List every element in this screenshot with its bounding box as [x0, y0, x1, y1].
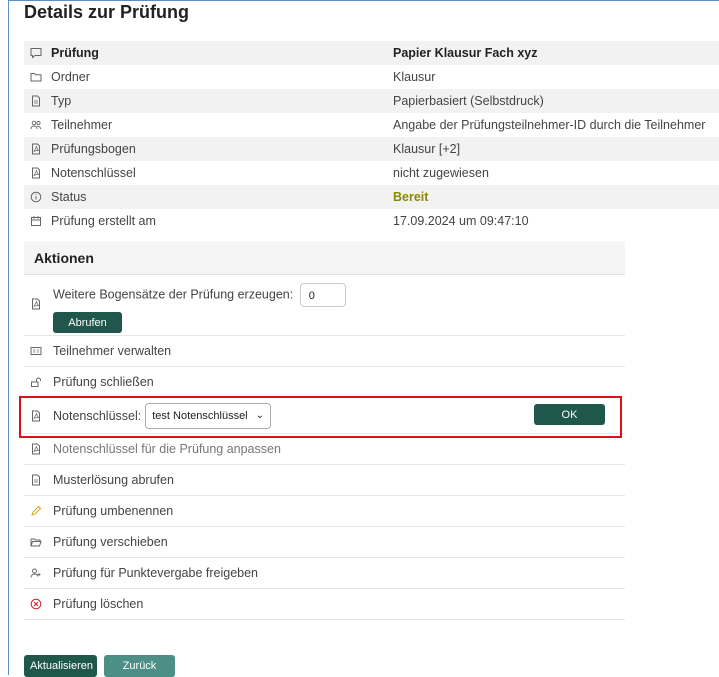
detail-value: Papierbasiert (Selbstdruck): [393, 94, 544, 108]
detail-value: Klausur [+2]: [393, 142, 461, 156]
detail-label: Prüfung erstellt am: [51, 214, 156, 228]
folder-open-icon: [29, 535, 43, 549]
detail-row-exam-sheet: Prüfungsbogen Klausur [+2]: [24, 137, 719, 161]
user-add-icon: [29, 566, 43, 580]
chevron-down-icon: ⌄: [255, 410, 265, 421]
action-label[interactable]: Prüfung für Punktevergabe freigeben: [53, 566, 258, 580]
detail-label: Ordner: [51, 70, 90, 84]
action-generate-sheets: Weitere Bogensätze der Prüfung erzeugen:…: [24, 275, 625, 336]
detail-value: nicht zugewiesen: [393, 166, 489, 180]
detail-row-grading-key: Notenschlüssel nicht zugewiesen: [24, 161, 719, 185]
back-button[interactable]: Zurück: [104, 655, 175, 677]
pdf-icon: [29, 166, 43, 180]
action-move[interactable]: Prüfung verschieben: [24, 527, 625, 558]
detail-label: Status: [51, 190, 87, 204]
abrufen-button[interactable]: Abrufen: [53, 312, 122, 333]
pdf-icon: [29, 409, 43, 423]
detail-row-folder: Ordner Klausur: [24, 65, 719, 89]
grading-key-selected: test Notenschlüssel: [152, 409, 248, 422]
detail-row-created: Prüfung erstellt am 17.09.2024 um 09:47:…: [24, 209, 719, 233]
action-label[interactable]: Prüfung verschieben: [53, 535, 168, 549]
action-label[interactable]: Notenschlüssel für die Prüfung anpassen: [53, 442, 281, 456]
actions-panel: Aktionen Weitere Bogensätze der Prüfung …: [24, 241, 625, 620]
action-label[interactable]: Prüfung löschen: [53, 597, 143, 611]
detail-value: 17.09.2024 um 09:47:10: [393, 214, 529, 228]
grading-key-select[interactable]: test Notenschlüssel ⌄: [145, 402, 272, 429]
action-label[interactable]: Prüfung schließen: [53, 375, 154, 389]
action-label[interactable]: Musterlösung abrufen: [53, 473, 174, 487]
ok-button[interactable]: OK: [534, 404, 605, 425]
calendar-icon: [29, 214, 43, 228]
status-badge: Bereit: [393, 190, 429, 204]
details-table: Prüfung Papier Klausur Fach xyz Ordner K…: [24, 41, 719, 233]
document-icon: [29, 94, 43, 108]
action-delete[interactable]: Prüfung löschen: [24, 589, 625, 620]
detail-label: Prüfungsbogen: [51, 142, 136, 156]
detail-row-exam: Prüfung Papier Klausur Fach xyz: [24, 41, 719, 65]
action-manage-participants[interactable]: Teilnehmer verwalten: [24, 336, 625, 367]
action-close-exam[interactable]: Prüfung schließen: [24, 367, 625, 398]
action-label[interactable]: Teilnehmer verwalten: [53, 344, 171, 358]
detail-row-type: Typ Papierbasiert (Selbstdruck): [24, 89, 719, 113]
action-grading-key: Notenschlüssel: test Notenschlüssel ⌄ OK: [24, 398, 625, 434]
action-label[interactable]: Prüfung umbenennen: [53, 504, 173, 518]
detail-label: Prüfung: [51, 46, 99, 60]
refresh-button[interactable]: Aktualisieren: [24, 655, 97, 677]
detail-value: Papier Klausur Fach xyz: [393, 46, 538, 60]
grading-key-label: Notenschlüssel:: [53, 408, 142, 423]
sheet-count-input[interactable]: 0: [299, 283, 346, 307]
delete-circle-icon: [29, 597, 43, 611]
actions-title: Aktionen: [24, 241, 625, 275]
page-title: Details zur Prüfung: [24, 2, 190, 22]
pencil-icon: [29, 504, 43, 518]
id-card-icon: [29, 344, 43, 358]
folder-icon: [29, 70, 43, 84]
detail-value: Angabe der Prüfungsteilnehmer-ID durch d…: [393, 118, 706, 132]
users-icon: [29, 118, 43, 132]
detail-label: Teilnehmer: [51, 118, 113, 132]
detail-label: Notenschlüssel: [51, 166, 136, 180]
action-release-points[interactable]: Prüfung für Punktevergabe freigeben: [24, 558, 625, 589]
info-icon: [29, 190, 43, 204]
detail-value: Klausur: [393, 70, 436, 84]
detail-row-participants: Teilnehmer Angabe der Prüfungsteilnehmer…: [24, 113, 719, 137]
action-adjust-grading-key[interactable]: Notenschlüssel für die Prüfung anpassen: [24, 434, 625, 465]
pdf-icon: [29, 142, 43, 156]
document-icon: [29, 473, 43, 487]
detail-label: Typ: [51, 94, 72, 108]
action-rename[interactable]: Prüfung umbenennen: [24, 496, 625, 527]
bottom-buttons: Aktualisieren Zurück: [24, 655, 175, 677]
detail-row-status: Status Bereit: [24, 185, 719, 209]
unlock-icon: [29, 375, 43, 389]
action-sample-solution[interactable]: Musterlösung abrufen: [24, 465, 625, 496]
speech-bubble-icon: [29, 46, 43, 60]
pdf-icon: [29, 442, 43, 456]
generate-sheets-label: Weitere Bogensätze der Prüfung erzeugen:: [53, 287, 294, 302]
pdf-icon: [29, 297, 43, 311]
